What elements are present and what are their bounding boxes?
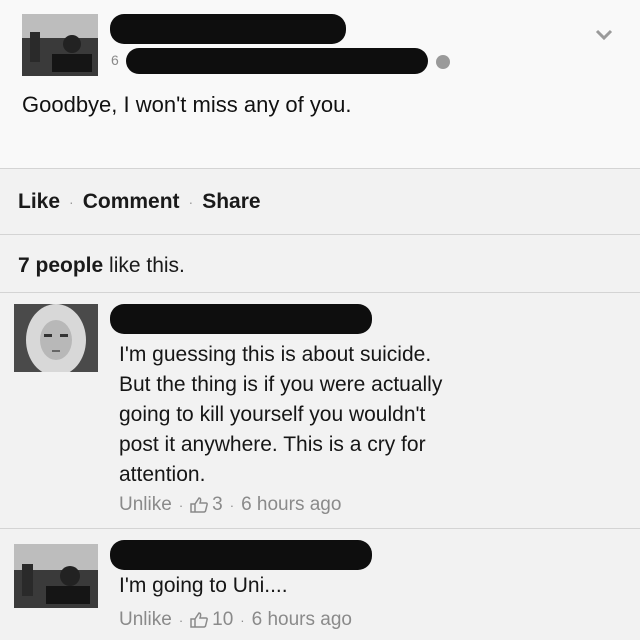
comment-line: But the thing is if you were actually — [119, 373, 443, 396]
separator: · — [188, 194, 194, 210]
comment-like-count[interactable]: 10 — [212, 609, 233, 631]
comment-meta: Unlike · 10 · 6 hours ago — [119, 609, 352, 631]
separator: · — [240, 612, 245, 628]
redacted-commenter-name — [110, 540, 372, 570]
divider — [0, 234, 640, 235]
redacted-poster-name — [110, 14, 346, 44]
thumbs-up-icon — [190, 612, 209, 628]
comment-line: I'm guessing this is about suicide. — [119, 343, 432, 366]
comment-meta: Unlike · 3 · 6 hours ago — [119, 494, 341, 516]
comment-line: attention. — [119, 463, 206, 486]
action-bar: Like · Comment · Share — [18, 190, 261, 214]
separator: · — [178, 612, 184, 628]
divider — [0, 292, 640, 293]
comment-line: I'm going to Uni.... — [119, 574, 288, 597]
divider — [0, 168, 640, 169]
comment-text: I'm going to Uni.... — [119, 571, 619, 601]
comment-button[interactable]: Comment — [83, 190, 180, 214]
likes-summary[interactable]: 7 people like this. — [18, 254, 185, 278]
unlike-button[interactable]: Unlike — [119, 494, 172, 516]
commenter-avatar[interactable] — [14, 304, 98, 372]
unlike-button[interactable]: Unlike — [119, 609, 172, 631]
commenter-avatar[interactable] — [14, 544, 98, 608]
separator: · — [229, 497, 235, 513]
comment-text: I'm guessing this is about suicide. But … — [119, 340, 619, 490]
like-button[interactable]: Like — [18, 190, 60, 214]
separator: · — [178, 497, 184, 513]
redacted-post-meta — [126, 48, 428, 74]
chevron-down-icon[interactable] — [594, 28, 614, 42]
likes-suffix: like this. — [103, 254, 185, 277]
redacted-commenter-name — [110, 304, 372, 334]
comment-like-count[interactable]: 3 — [212, 494, 223, 516]
post-meta-digit: 6 — [111, 52, 119, 68]
poster-avatar[interactable] — [22, 14, 98, 76]
globe-icon — [436, 55, 450, 69]
thumbs-up-icon — [190, 497, 209, 513]
comment-timestamp: 6 hours ago — [251, 609, 352, 630]
separator: · — [69, 194, 74, 210]
divider — [0, 528, 640, 529]
comment-timestamp: 6 hours ago — [241, 494, 342, 515]
post-text: Goodbye, I won't miss any of you. — [22, 92, 352, 117]
comment-line: going to kill yourself you wouldn't — [119, 403, 426, 426]
comment-line: post it anywhere. This is a cry for — [119, 433, 426, 456]
likes-count: 7 people — [18, 254, 104, 277]
share-button[interactable]: Share — [202, 190, 260, 214]
